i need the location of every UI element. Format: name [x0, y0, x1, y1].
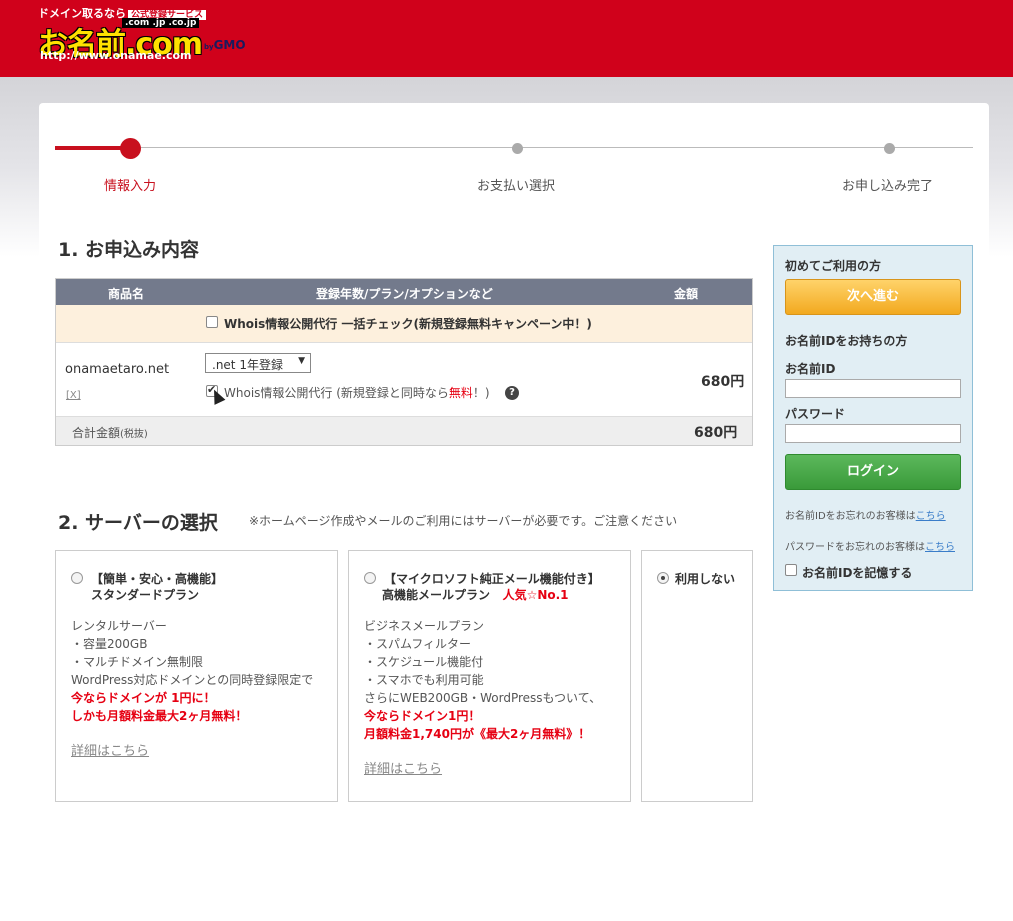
- th-price: 金額: [674, 287, 699, 301]
- plan-none-title: 利用しない: [675, 572, 736, 586]
- plan-none-radio[interactable]: [657, 572, 669, 584]
- th-plan: 登録年数/プラン/オプションなど: [316, 287, 493, 301]
- plan-standard-line: ・容量200GB: [71, 637, 148, 651]
- help-icon[interactable]: ?: [505, 386, 519, 400]
- plan-standard-radio[interactable]: [71, 572, 83, 584]
- whois-bulk-label: Whois情報公開代行 一括チェック(新規登録無料キャンペーン中！): [224, 317, 592, 331]
- plan-mail-promo: 月額料金1,740円が《最大2ヶ月無料》！: [364, 727, 591, 741]
- step-3-dot: [884, 143, 895, 154]
- step-1-dot: [120, 138, 141, 159]
- server-note: ※ホームページ作成やメールのご利用にはサーバーが必要です。ご注意ください: [249, 514, 678, 528]
- step-3-label: お申し込み完了: [842, 179, 934, 194]
- plan-standard-title1: 【簡単・安心・高機能】: [91, 572, 224, 586]
- step-2-dot: [512, 143, 523, 154]
- plan-mail-line: さらにWEB200GB・WordPressもついて、: [364, 691, 602, 705]
- th-product: 商品名: [108, 287, 145, 301]
- plan-mail-radio[interactable]: [364, 572, 376, 584]
- progress-fill: [55, 146, 130, 150]
- plan-mail-promo: 今ならドメイン1円！: [364, 709, 481, 723]
- plan-mail-line: ・スパムフィルター: [364, 637, 472, 651]
- first-time-heading: 初めてご利用の方: [785, 259, 882, 273]
- plan-mail[interactable]: 【マイクロソフト純正メール機能付き】 高機能メールプラン 人気☆No.1 ビジネ…: [348, 550, 631, 802]
- login-button[interactable]: ログイン: [785, 454, 961, 490]
- forgot-password-text: パスワードをお忘れのお客様はこちら: [785, 542, 955, 553]
- password-label: パスワード: [785, 407, 846, 421]
- server-section-title: 2. サーバーの選択: [58, 512, 218, 534]
- plan-mail-details-link[interactable]: 詳細はこちら: [364, 758, 442, 777]
- plan-mail-line: ・スケジュール機能付: [364, 655, 484, 669]
- logo-url: http://www.onamae.com: [40, 49, 192, 62]
- plan-mail-line: ・スマホでも利用可能: [364, 673, 484, 687]
- plan-mail-title1: 【マイクロソフト純正メール機能付き】: [384, 572, 600, 586]
- order-section-title: 1. お申込み内容: [58, 239, 200, 261]
- id-input[interactable]: [785, 379, 961, 398]
- domain-name: onamaetaro.net: [65, 362, 170, 377]
- total-row: 合計金額(税抜) 680円: [56, 416, 752, 445]
- plan-standard-promo: しかも月額料金最大2ヶ月無料！: [71, 709, 248, 723]
- onamae-logo[interactable]: ドメイン取るなら 公式登録サービス .com .jp .co.jp お名前.com…: [38, 5, 263, 65]
- step-2-label: お支払い選択: [477, 179, 556, 194]
- remove-link[interactable]: [X]: [66, 390, 81, 401]
- forgot-id-link[interactable]: こちら: [916, 511, 946, 522]
- plan-select[interactable]: .net 1年登録 ▼: [205, 353, 311, 373]
- plan-mail-title2: 高機能メールプラン 人気☆No.1: [382, 588, 569, 602]
- whois-bulk-row: Whois情報公開代行 一括チェック(新規登録無料キャンペーン中！): [56, 305, 752, 343]
- plan-standard-promo: 今ならドメインが 1円に！: [71, 691, 216, 705]
- plan-standard-title2: スタンダードプラン: [91, 588, 200, 602]
- chevron-down-icon: ▼: [298, 356, 305, 366]
- whois-label: Whois情報公開代行 (新規登録と同時なら無料！): [224, 386, 490, 400]
- id-label: お名前ID: [785, 362, 836, 376]
- plan-mail-line: ビジネスメールプラン: [364, 619, 485, 633]
- forgot-id-text: お名前IDをお忘れのお客様はこちら: [785, 511, 946, 522]
- password-input[interactable]: [785, 424, 961, 443]
- plan-standard-line: ・マルチドメイン無制限: [71, 655, 204, 669]
- login-panel: 初めてご利用の方 次へ進む お名前IDをお持ちの方 お名前ID パスワード ログ…: [773, 245, 973, 591]
- plan-standard-line: レンタルサーバー: [71, 619, 167, 633]
- forgot-password-link[interactable]: こちら: [925, 542, 955, 553]
- have-id-heading: お名前IDをお持ちの方: [785, 334, 908, 348]
- next-button[interactable]: 次へ進む: [785, 279, 961, 315]
- item-price: 680円: [701, 374, 745, 390]
- remember-id-label: お名前IDを記憶する: [802, 566, 913, 580]
- order-table: 商品名 登録年数/プラン/オプションなど 金額 Whois情報公開代行 一括チェ…: [55, 278, 753, 446]
- remember-id-checkbox[interactable]: [785, 564, 797, 576]
- step-1-label: 情報入力: [104, 179, 157, 194]
- total-price: 680円: [694, 425, 738, 441]
- table-header-row: 商品名 登録年数/プラン/オプションなど 金額: [56, 279, 752, 305]
- plan-none[interactable]: 利用しない: [641, 550, 753, 802]
- plan-standard-line: WordPress対応ドメインとの同時登録限定で: [71, 673, 314, 687]
- total-label: 合計金額(税抜): [72, 426, 148, 440]
- plan-standard[interactable]: 【簡単・安心・高機能】 スタンダードプラン レンタルサーバー ・容量200GB …: [55, 550, 338, 802]
- whois-bulk-checkbox[interactable]: [206, 316, 218, 328]
- plan-standard-details-link[interactable]: 詳細はこちら: [71, 740, 149, 759]
- gmo-logo: byGMO: [204, 38, 246, 52]
